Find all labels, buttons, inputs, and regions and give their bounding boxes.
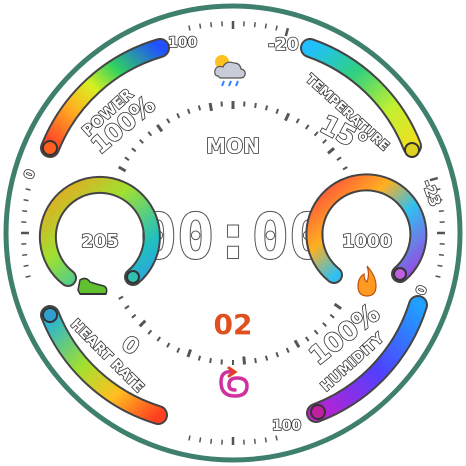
date-display: 02 bbox=[214, 308, 253, 341]
tick-mark bbox=[264, 355, 269, 361]
temperature-min-label: -20 bbox=[268, 35, 299, 55]
tick-mark bbox=[264, 105, 269, 111]
tick-mark bbox=[253, 438, 256, 444]
tick-mark bbox=[199, 437, 202, 443]
humidity-max-label: 100 bbox=[272, 418, 301, 434]
tick-mark bbox=[210, 438, 213, 444]
humidity-knob bbox=[310, 404, 326, 420]
tick-mark bbox=[210, 22, 213, 28]
tick-mark bbox=[197, 355, 202, 361]
tick-mark bbox=[208, 102, 213, 112]
tick-mark bbox=[253, 22, 256, 28]
day-of-week: MON bbox=[206, 134, 260, 158]
tick-mark bbox=[242, 356, 246, 365]
tick-mark bbox=[22, 253, 28, 256]
heart-rate-knob bbox=[42, 307, 58, 323]
calories-value: 1000 bbox=[342, 231, 392, 252]
tick-mark bbox=[438, 210, 444, 213]
tick-mark bbox=[254, 102, 257, 109]
calories-knob bbox=[393, 267, 407, 281]
tick-mark bbox=[209, 357, 212, 364]
tick-mark bbox=[197, 105, 202, 111]
tick-mark bbox=[199, 23, 202, 29]
tick-mark bbox=[22, 210, 28, 213]
power-min-knob bbox=[42, 140, 58, 156]
steps-value: 205 bbox=[81, 231, 119, 252]
watch-face: 100 0 POWER 100% -20 -23 TEMPERATURE 15°… bbox=[0, 0, 466, 466]
tick-mark bbox=[23, 264, 29, 267]
tick-mark bbox=[23, 199, 29, 202]
temperature-knob bbox=[404, 142, 420, 158]
tick-mark bbox=[264, 437, 267, 443]
time-display: 00:00 bbox=[140, 200, 327, 273]
tick-mark bbox=[437, 264, 443, 267]
steps-knob bbox=[126, 270, 140, 284]
tick-mark bbox=[264, 23, 267, 29]
power-max-label: 100 bbox=[168, 35, 197, 51]
tick-mark bbox=[438, 253, 444, 256]
tick-mark bbox=[254, 357, 257, 364]
